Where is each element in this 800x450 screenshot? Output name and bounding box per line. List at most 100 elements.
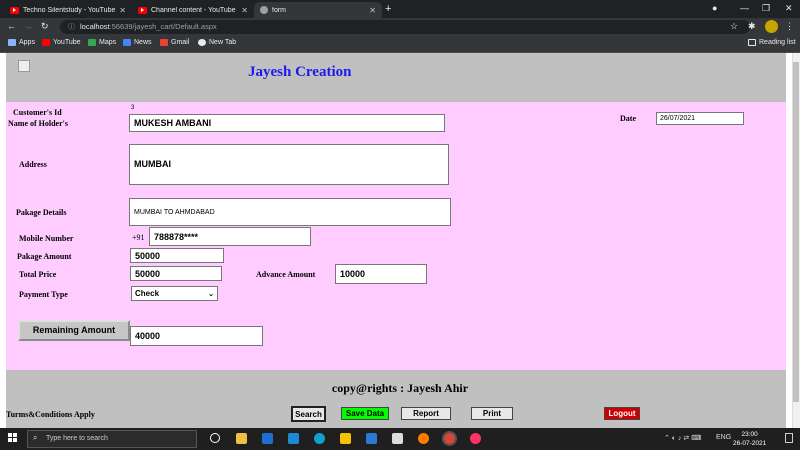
holder-name-input[interactable]: MUKESH AMBANI xyxy=(129,114,445,132)
logout-button[interactable]: Logout xyxy=(604,407,640,420)
package-details-label: Pakage Details xyxy=(16,208,67,217)
tray-icons[interactable]: ⌃ ◐ ♪ ⇄ ⌨ xyxy=(664,434,701,442)
tab-techno-silentstudy[interactable]: Techno Silentstudy - YouTube ✕ xyxy=(4,2,132,18)
page-footer xyxy=(6,370,786,428)
gmail-icon xyxy=(160,39,168,46)
search-button[interactable]: Search xyxy=(291,406,326,422)
forward-icon[interactable]: → xyxy=(24,21,33,31)
print-button[interactable]: Print xyxy=(471,407,513,420)
chrome-icon xyxy=(198,39,206,46)
remaining-amount-button[interactable]: Remaining Amount xyxy=(18,320,130,341)
task-view-icon[interactable] xyxy=(210,433,220,443)
bookmark-label: Maps xyxy=(99,39,117,46)
avatar[interactable] xyxy=(765,20,778,33)
date-input[interactable]: 26/07/2021 xyxy=(656,112,744,125)
reading-list-label: Reading list xyxy=(759,39,796,46)
address-label: Address xyxy=(19,160,47,169)
firefox-icon[interactable] xyxy=(418,433,429,444)
bookmark-new-tab[interactable]: New Tab xyxy=(198,39,236,46)
close-icon[interactable]: ✕ xyxy=(369,6,376,15)
bookmark-youtube[interactable]: YouTube xyxy=(42,39,81,46)
file-explorer-icon[interactable] xyxy=(236,433,247,444)
clock[interactable]: 23:00 26-07-2021 xyxy=(733,430,766,448)
close-window-icon[interactable]: ✕ xyxy=(785,3,793,14)
chevron-down-icon: ⌄ xyxy=(208,290,214,298)
clock-date: 26-07-2021 xyxy=(733,440,767,447)
language-indicator[interactable]: ENG xyxy=(716,434,731,441)
edge-icon[interactable] xyxy=(314,433,325,444)
youtube-icon xyxy=(138,6,147,14)
total-price-input[interactable]: 50000 xyxy=(130,266,222,281)
globe-icon xyxy=(260,6,268,14)
payment-type-select[interactable]: Check ⌄ xyxy=(131,286,218,301)
cone-icon[interactable] xyxy=(340,433,351,444)
bookmark-label: New Tab xyxy=(209,39,237,46)
tab-form[interactable]: form ✕ xyxy=(254,2,382,18)
save-data-button[interactable]: Save Data xyxy=(341,407,389,420)
bookmark-gmail[interactable]: Gmail xyxy=(160,39,189,46)
maximize-icon[interactable]: ❐ xyxy=(762,3,770,14)
reload-icon[interactable]: ↻ xyxy=(41,21,49,32)
bookmark-label: News xyxy=(134,39,152,46)
youtube-icon xyxy=(42,39,50,46)
youtube-icon xyxy=(10,6,19,14)
url-path: :56639/jayesh_cart/Default.aspx xyxy=(109,22,217,31)
mail-icon[interactable] xyxy=(288,433,299,444)
copyright-text: copy@rights : Jayesh Ahir xyxy=(331,381,469,395)
tab-title: Channel content - YouTube Studio xyxy=(151,6,238,14)
notification-icon[interactable] xyxy=(785,433,793,443)
package-amount-input[interactable]: 50000 xyxy=(130,248,224,263)
apps-grid-icon xyxy=(8,39,16,46)
bookmark-label: Apps xyxy=(19,39,35,46)
bookmark-label: Gmail xyxy=(171,39,190,46)
chrome-icon[interactable] xyxy=(442,431,457,446)
close-icon[interactable]: ✕ xyxy=(241,6,248,15)
photos-icon[interactable] xyxy=(366,433,377,444)
terms-text: Turms&Conditions Apply xyxy=(6,410,95,419)
maps-icon xyxy=(88,39,96,46)
date-label: Date xyxy=(620,114,636,123)
bookmark-news[interactable]: News xyxy=(123,39,152,46)
profile-circle-icon[interactable]: ● xyxy=(712,3,717,13)
news-icon xyxy=(123,39,131,46)
package-details-input[interactable]: MUMBAI TO AHMDABAD xyxy=(129,198,451,226)
package-amount-label: Pakage Amount xyxy=(17,252,72,261)
back-icon[interactable]: ← xyxy=(7,21,16,31)
bookmark-apps[interactable]: Apps xyxy=(8,39,35,46)
new-tab-button[interactable]: + xyxy=(385,3,391,15)
url-text[interactable]: localhost:56639/jayesh_cart/Default.aspx xyxy=(80,22,217,31)
holder-label: Name of Holder's xyxy=(8,119,68,128)
payment-type-label: Payment Type xyxy=(19,290,68,299)
customer-id-label: Customer's Id xyxy=(13,108,62,117)
advance-amount-input[interactable]: 10000 xyxy=(335,264,427,284)
remaining-amount-input[interactable]: 40000 xyxy=(130,326,263,346)
url-host: localhost xyxy=(80,22,110,31)
menu-kebab-icon[interactable]: ⋮ xyxy=(785,21,794,32)
customer-id-value: 3 xyxy=(131,105,135,111)
address-input[interactable]: MUMBAI xyxy=(129,144,449,185)
tab-title: form xyxy=(272,6,286,14)
minimize-icon[interactable]: — xyxy=(740,3,749,13)
extensions-icon[interactable]: ✱ xyxy=(748,21,756,32)
scrollbar-thumb[interactable] xyxy=(793,62,799,402)
mobile-prefix: +91 xyxy=(132,233,145,242)
bookmark-maps[interactable]: Maps xyxy=(88,39,116,46)
store-icon[interactable] xyxy=(392,433,403,444)
clock-time: 23:00 xyxy=(741,431,758,438)
reading-list-button[interactable]: Reading list xyxy=(748,39,796,46)
payment-type-value: Check xyxy=(135,289,160,298)
vscode-icon[interactable] xyxy=(262,433,273,444)
bookmarks-bar xyxy=(0,36,800,53)
app-icon[interactable] xyxy=(470,433,481,444)
mobile-input[interactable]: 788878**** xyxy=(149,227,311,246)
windows-start-icon[interactable] xyxy=(8,433,18,443)
tab-title: Techno Silentstudy - YouTube xyxy=(23,6,116,14)
info-icon[interactable]: ⓘ xyxy=(68,22,75,32)
close-icon[interactable]: ✕ xyxy=(119,6,126,15)
total-price-label: Total Price xyxy=(19,270,57,279)
report-button[interactable]: Report xyxy=(401,407,451,420)
taskbar-search-placeholder: Type here to search xyxy=(46,435,108,442)
search-icon: ⌕ xyxy=(33,433,38,442)
bookmark-star-icon[interactable]: ☆ xyxy=(730,21,738,32)
tab-channel-content[interactable]: Channel content - YouTube Studio ✕ xyxy=(132,2,254,18)
